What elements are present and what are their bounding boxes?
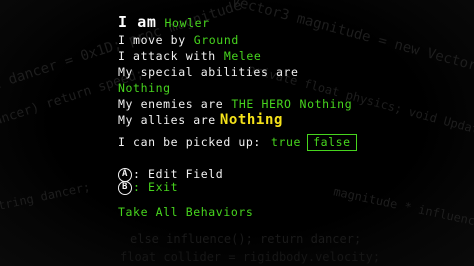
attack-row[interactable]: I attack with Melee [118,49,261,63]
background-code: float collider = rigidbody.velocity; [120,250,381,264]
allies-prefix: My allies are [118,113,216,127]
special-value-row: Nothing [118,81,171,95]
pickup-row: I can be picked up: true false [118,134,357,151]
attack-value: Melee [223,49,262,63]
movement-value: Ground [193,33,239,47]
b-button-icon: B [118,180,132,195]
enemy-item: Nothing [299,97,353,111]
background-code: String dancer; [0,179,92,215]
special-prefix: My special abilities are [118,65,299,79]
enemies-prefix: My enemies are [118,97,224,111]
background-code: magnitude * influence [332,184,474,230]
take-all-behaviors-button[interactable]: Take All Behaviors [118,205,253,219]
identity-row[interactable]: I am Howler [118,13,210,31]
pickup-option-true[interactable]: true [265,134,307,151]
movement-prefix: I move by [118,33,186,47]
allies-row[interactable]: My allies are Nothing [118,113,283,127]
exit-label: : Exit [133,180,179,194]
creature-name: Howler [164,16,210,30]
special-row[interactable]: My special abilities are [118,65,299,79]
pickup-option-false[interactable]: false [307,134,357,151]
special-value: Nothing [118,81,171,95]
enemy-item: THE HERO [231,97,292,111]
edit-field-label: : Edit Field [133,167,224,181]
background-code: else influence(); return dancer; [130,232,362,246]
enemies-row[interactable]: My enemies are THE HERO Nothing [118,97,352,111]
identity-prefix: I am [118,13,157,31]
movement-row[interactable]: I move by Ground [118,33,239,47]
pickup-prefix: I can be picked up: [118,135,261,149]
attack-prefix: I attack with [118,49,216,63]
allies-value: Nothing [219,112,284,128]
exit-control[interactable]: B: Exit [118,180,178,195]
game-screen: int dancer = 0x1D; proc magnitude if(dan… [0,0,474,266]
